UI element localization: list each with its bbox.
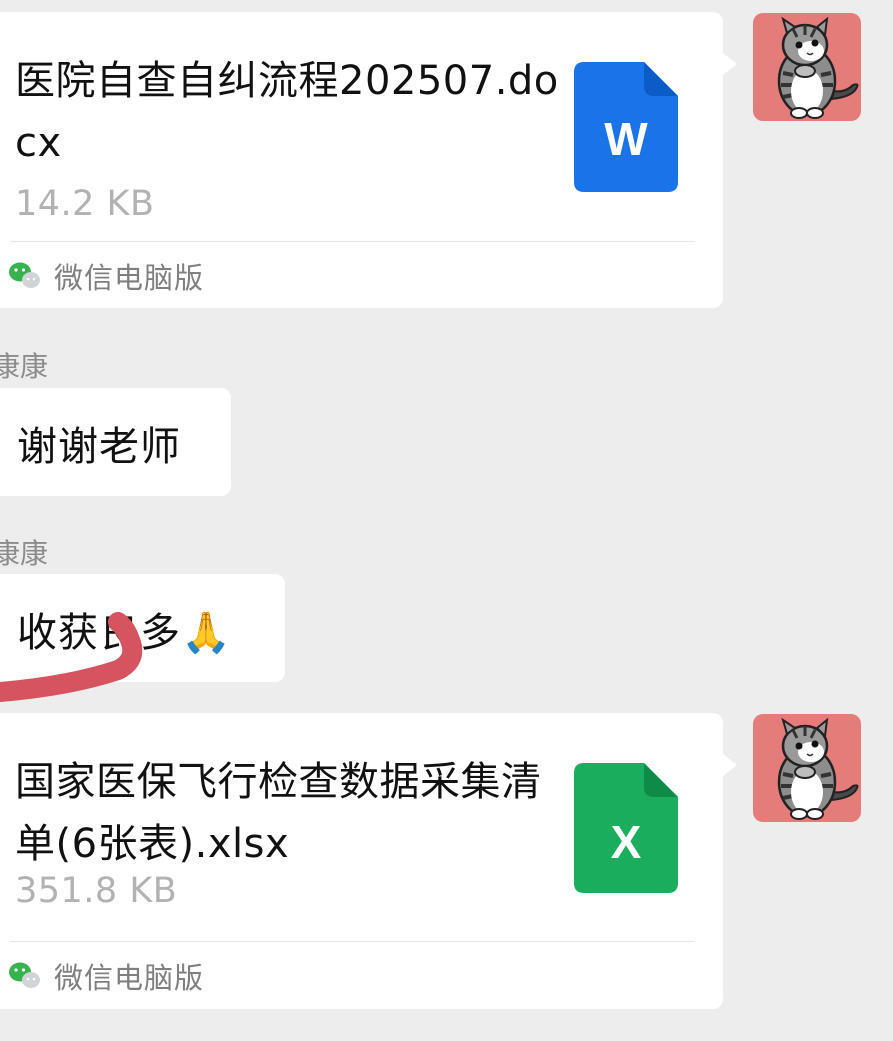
cat-avatar[interactable]	[753, 714, 861, 822]
message-text: 收获良多🙏	[17, 600, 232, 658]
excel-spreadsheet-icon: X	[574, 763, 678, 893]
bubble-tail	[723, 754, 737, 776]
source-label: 微信电脑版	[54, 961, 205, 995]
chat-conversation: 医院自查自纠流程202507.docx 14.2 KB W 微信电脑版 康康 谢…	[0, 0, 893, 1041]
message-text: 谢谢老师	[17, 424, 181, 470]
text-message-bubble[interactable]: 收获良多🙏	[0, 574, 285, 682]
cat-avatar-image	[777, 717, 859, 820]
wechat-logo-icon	[9, 262, 40, 288]
cat-avatar[interactable]	[753, 13, 861, 121]
cat-avatar-image	[777, 16, 859, 119]
file-type-letter: X	[611, 816, 642, 868]
message-text-content: 收获良多	[17, 610, 181, 656]
source-label: 微信电脑版	[54, 261, 205, 295]
word-document-icon: W	[574, 62, 678, 192]
sender-name: 康康	[0, 537, 49, 570]
file-type-letter: W	[604, 113, 648, 165]
file-message-card[interactable]: 医院自查自纠流程202507.docx 14.2 KB W 微信电脑版	[0, 12, 723, 308]
file-source: 微信电脑版	[8, 956, 204, 996]
folded-hands-emoji: 🙏	[181, 610, 232, 656]
divider	[10, 941, 695, 942]
file-name: 医院自查自纠流程202507.docx	[15, 58, 559, 166]
file-size: 351.8 KB	[15, 871, 178, 911]
bubble-tail	[723, 53, 737, 75]
file-message-card[interactable]: 国家医保飞行检查数据采集清单(6张表).xlsx 351.8 KB X 微信电脑…	[0, 713, 723, 1009]
file-name: 国家医保飞行检查数据采集清单(6张表).xlsx	[15, 759, 542, 867]
wechat-logo-icon	[9, 962, 40, 988]
divider	[10, 241, 695, 242]
file-size: 14.2 KB	[15, 184, 155, 224]
sender-name: 康康	[0, 350, 49, 383]
file-source: 微信电脑版	[8, 256, 204, 296]
text-message-bubble[interactable]: 谢谢老师	[0, 388, 231, 496]
